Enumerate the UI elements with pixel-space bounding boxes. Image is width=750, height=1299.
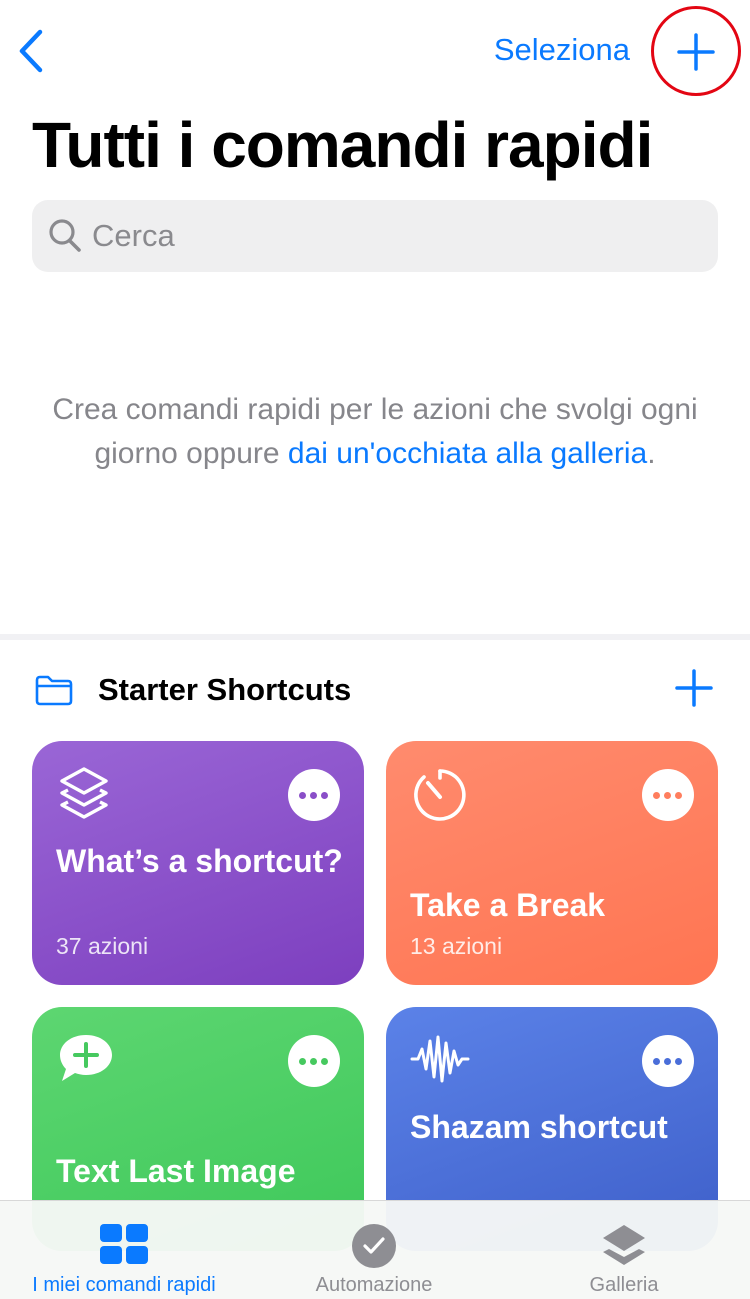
add-shortcut-button[interactable] [651,6,741,96]
tab-automation[interactable]: Automazione [250,1201,498,1299]
more-button[interactable] [288,769,340,821]
search-input[interactable] [92,200,692,272]
back-button[interactable] [14,28,50,74]
more-button[interactable] [642,769,694,821]
card-title: Take a Break [410,887,606,923]
section-title: Starter Shortcuts [98,672,352,707]
gallery-link[interactable]: dai un'occhiata alla galleria [288,437,647,470]
more-button[interactable] [642,1035,694,1087]
select-button[interactable]: Seleziona [494,32,630,68]
page-title: Tutti i comandi rapidi [32,109,653,181]
shortcut-card-take-a-break[interactable]: Take a Break 13 azioni [386,741,718,985]
waveform-icon [410,1035,470,1083]
card-title: What’s a shortcut? [56,843,343,879]
empty-state-message: Crea comandi rapidi per le azioni che sv… [40,388,710,476]
tab-label: Automazione [315,1274,433,1296]
automation-check-icon [352,1224,396,1268]
empty-state-period: . [647,437,656,470]
folder-add-icon[interactable] [674,668,714,708]
tab-bar: I miei comandi rapidi Automazione Galler… [0,1200,750,1299]
tab-gallery[interactable]: Galleria [500,1201,748,1299]
card-subtitle: 13 azioni [410,933,503,959]
tab-label: I miei comandi rapidi [32,1274,216,1296]
timer-icon [414,769,466,821]
search-icon [49,219,81,252]
grid-icon [100,1224,148,1264]
navigation-bar: Seleziona [0,0,750,100]
message-plus-icon [60,1035,112,1081]
plus-icon [677,33,715,71]
tab-my-shortcuts[interactable]: I miei comandi rapidi [0,1201,248,1299]
chevron-left-icon [19,29,43,73]
section-divider [0,634,750,640]
layers-gallery-icon [603,1225,645,1265]
layers-icon [60,767,108,819]
card-subtitle: 37 azioni [56,933,149,959]
card-title: Shazam shortcut [410,1109,668,1145]
search-bar[interactable] [32,200,718,272]
tab-label: Galleria [589,1274,659,1296]
shortcut-card-whats-a-shortcut[interactable]: What’s a shortcut? 37 azioni [32,741,364,985]
card-title: Text Last Image [56,1153,296,1189]
folder-icon [35,675,73,706]
more-button[interactable] [288,1035,340,1087]
folder-section-header: Starter Shortcuts [0,650,750,730]
